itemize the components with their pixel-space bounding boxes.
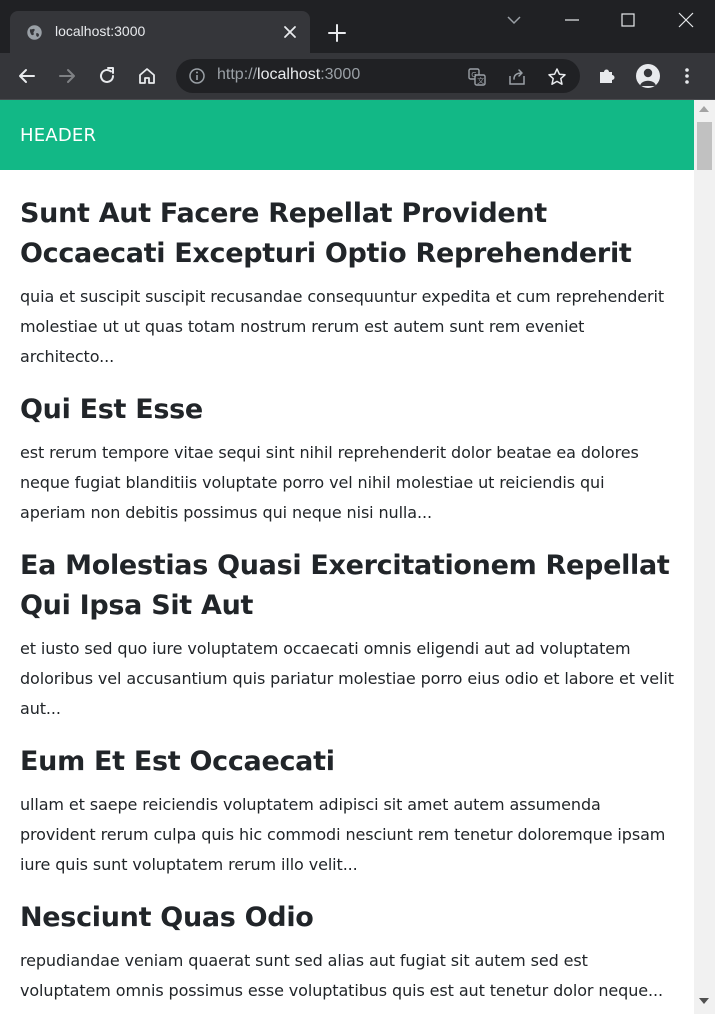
star-icon[interactable] xyxy=(547,67,567,87)
post-excerpt: ullam et saepe reiciendis voluptatem adi… xyxy=(20,795,666,874)
post-title[interactable]: Eum Et Est Occaecati xyxy=(20,742,674,782)
puzzle-icon[interactable] xyxy=(596,65,618,87)
chevron-down-icon[interactable] xyxy=(502,8,526,32)
url-port: :3000 xyxy=(320,66,361,83)
post-item: Ea Molestias Quasi Exercitationem Repell… xyxy=(20,546,674,724)
post-excerpt: repudiandae veniam quaerat sunt sed alia… xyxy=(20,951,663,1000)
url-host: localhost xyxy=(257,66,321,83)
share-icon[interactable] xyxy=(507,67,527,87)
address-bar[interactable]: http://localhost:3000 G 文 xyxy=(176,59,580,93)
home-icon[interactable] xyxy=(136,65,158,87)
post-excerpt: quia et suscipit suscipit recusandae con… xyxy=(20,287,665,366)
arrow-left-icon[interactable] xyxy=(16,65,38,87)
post-excerpt: est rerum tempore vitae sequi sint nihil… xyxy=(20,443,639,522)
url-scheme: http:// xyxy=(217,66,258,83)
post-item: Qui Est Esse est rerum tempore vitae seq… xyxy=(20,390,674,528)
post-title[interactable]: Sunt Aut Facere Repellat Provident Occae… xyxy=(20,194,674,274)
site-header: HEADER xyxy=(0,100,694,170)
translate-icon[interactable]: G 文 xyxy=(467,67,487,87)
browser-tab[interactable]: localhost:3000 xyxy=(10,11,310,53)
post-title[interactable]: Nesciunt Quas Odio xyxy=(20,898,674,938)
scroll-down-arrow-icon[interactable] xyxy=(699,998,709,1004)
kebab-menu-icon[interactable] xyxy=(676,65,698,87)
info-icon[interactable] xyxy=(188,67,206,85)
maximize-icon[interactable] xyxy=(616,8,640,32)
post-excerpt: et iusto sed quo iure voluptatem occaeca… xyxy=(20,639,674,718)
url-text[interactable]: http://localhost:3000 xyxy=(217,66,360,84)
post-item: Nesciunt Quas Odio repudiandae veniam qu… xyxy=(20,898,674,1006)
arrow-right-icon[interactable] xyxy=(56,65,78,87)
avatar-icon[interactable] xyxy=(636,64,660,88)
reload-icon[interactable] xyxy=(96,65,118,87)
person-icon xyxy=(640,68,656,86)
browser-toolbar: http://localhost:3000 G 文 xyxy=(0,53,715,99)
page-viewport: HEADER Sunt Aut Facere Repellat Providen… xyxy=(0,100,694,1014)
svg-text:文: 文 xyxy=(477,76,484,85)
post-item: Sunt Aut Facere Repellat Provident Occae… xyxy=(20,194,674,372)
scroll-up-arrow-icon[interactable] xyxy=(699,106,709,112)
vertical-scrollbar[interactable] xyxy=(694,100,715,1014)
post-item: Eum Et Est Occaecati ullam et saepe reic… xyxy=(20,742,674,880)
scrollbar-thumb[interactable] xyxy=(697,122,712,170)
svg-text:G: G xyxy=(471,71,476,79)
close-icon[interactable] xyxy=(280,22,300,42)
browser-title-bar: localhost:3000 xyxy=(0,0,715,53)
header-title: HEADER xyxy=(20,124,97,146)
close-icon[interactable] xyxy=(674,8,698,32)
post-list: Sunt Aut Facere Repellat Provident Occae… xyxy=(0,170,694,1006)
tab-title: localhost:3000 xyxy=(55,23,146,39)
globe-icon xyxy=(27,25,42,40)
plus-icon[interactable] xyxy=(326,22,348,44)
minimize-icon[interactable] xyxy=(560,8,584,32)
post-title[interactable]: Ea Molestias Quasi Exercitationem Repell… xyxy=(20,546,674,626)
post-title[interactable]: Qui Est Esse xyxy=(20,390,674,430)
